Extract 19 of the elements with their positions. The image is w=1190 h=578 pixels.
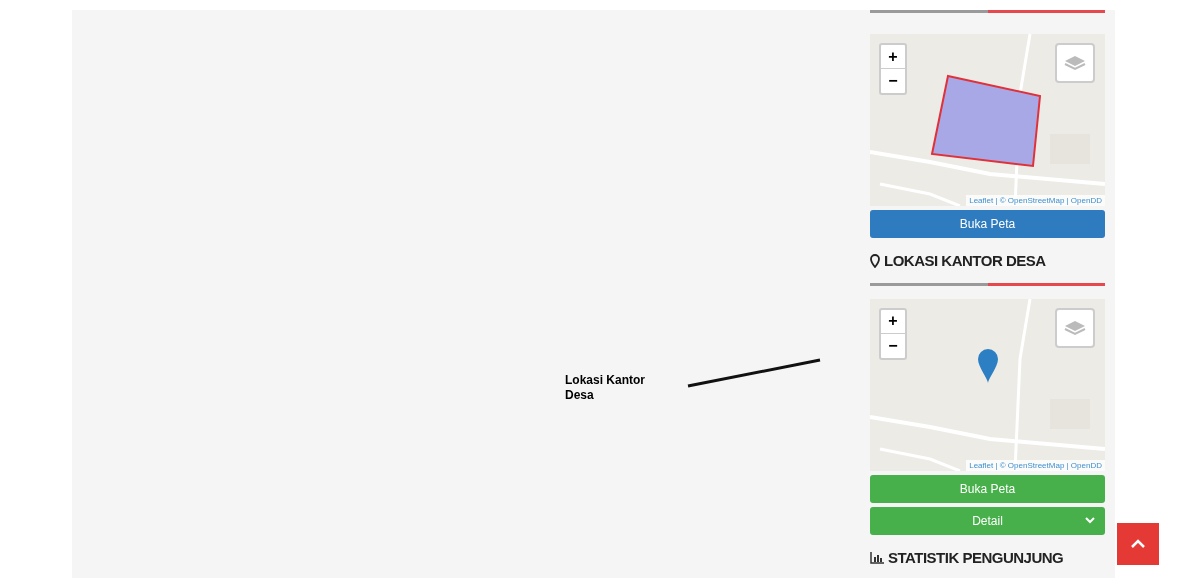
- layers-icon: [1064, 318, 1086, 337]
- layers-icon: [1064, 54, 1086, 72]
- layers-button[interactable]: [1055, 43, 1095, 83]
- zoom-in-button[interactable]: +: [881, 309, 905, 334]
- zoom-out-button[interactable]: −: [881, 333, 905, 358]
- bar-chart-icon: [870, 551, 884, 564]
- map-pin-icon: [870, 254, 880, 269]
- scroll-to-top-button[interactable]: [1117, 523, 1159, 565]
- chevron-up-icon: [1130, 539, 1146, 549]
- section-title: STATISTIK PENGUNJUNG: [888, 547, 1064, 568]
- map-attribution: Leaflet | © OpenStreetMap | OpenDD: [966, 459, 1105, 471]
- zoom-out-button[interactable]: −: [881, 69, 905, 93]
- map-attribution: Leaflet | © OpenStreetMap | OpenDD: [966, 195, 1105, 206]
- annotation-label: Lokasi Kantor Desa: [565, 373, 646, 403]
- chevron-down-icon: [1085, 516, 1095, 524]
- section-title: LOKASI KANTOR DESA: [884, 251, 1046, 271]
- zoom-in-button[interactable]: +: [881, 45, 905, 69]
- open-map-button[interactable]: Buka Peta: [870, 210, 1105, 238]
- layers-button[interactable]: [1055, 307, 1095, 348]
